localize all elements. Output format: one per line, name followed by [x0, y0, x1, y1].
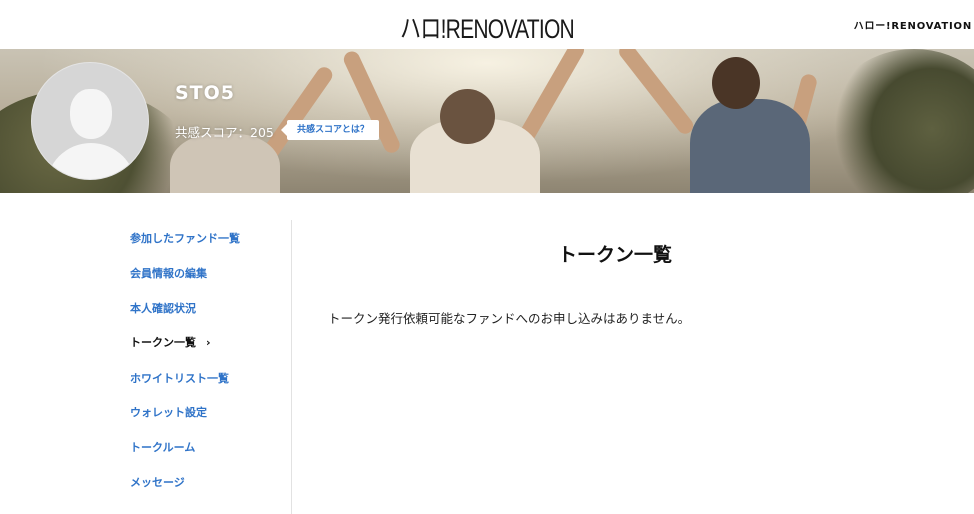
empty-state-message: トークン発行依頼可能なファンドへのお申し込みはありません。 — [328, 311, 691, 326]
brand-link[interactable]: ハロー!RENOVATION — [854, 17, 972, 32]
hero-person — [690, 99, 810, 193]
sidebar-menu: 参加したファンド一覧 会員情報の編集 本人確認状況 トークン一覧 › ホワイトリス… — [130, 220, 292, 514]
score-help-button[interactable]: 共感スコアとは？ — [281, 120, 379, 140]
sidebar-item-label: トークン一覧 — [130, 336, 196, 349]
avatar-body-icon — [46, 143, 136, 179]
page-title: トークン一覧 — [557, 244, 672, 266]
sidebar-item-whitelist[interactable]: ホワイトリスト一覧 — [130, 370, 229, 386]
avatar-head-icon — [70, 89, 112, 139]
profile-hero-banner: STO5 共感スコア：205 共感スコアとは？ — [0, 49, 974, 193]
empathy-score: 共感スコア：205 — [175, 125, 274, 140]
site-logo[interactable]: ハロ!RENOVATION — [107, 7, 867, 46]
hero-person-head — [712, 57, 760, 109]
chevron-right-icon: › — [206, 336, 211, 349]
avatar — [31, 62, 149, 180]
sidebar-item-identity-status[interactable]: 本人確認状況 — [130, 300, 196, 316]
profile-username: STO5 — [175, 82, 236, 104]
sidebar-item-funds[interactable]: 参加したファンド一覧 — [130, 230, 240, 246]
hero-person-head — [440, 89, 495, 144]
sidebar-item-messages[interactable]: メッセージ — [130, 474, 185, 490]
sidebar-item-wallet[interactable]: ウォレット設定 — [130, 404, 207, 420]
sidebar-item-talkroom[interactable]: トークルーム — [130, 439, 195, 455]
hero-person — [170, 134, 280, 193]
site-header: ハロ!RENOVATION ハロー!RENOVATION — [0, 0, 974, 49]
sidebar-item-member-edit[interactable]: 会員情報の編集 — [130, 265, 207, 281]
sidebar-item-tokens[interactable]: トークン一覧 › — [130, 334, 211, 350]
